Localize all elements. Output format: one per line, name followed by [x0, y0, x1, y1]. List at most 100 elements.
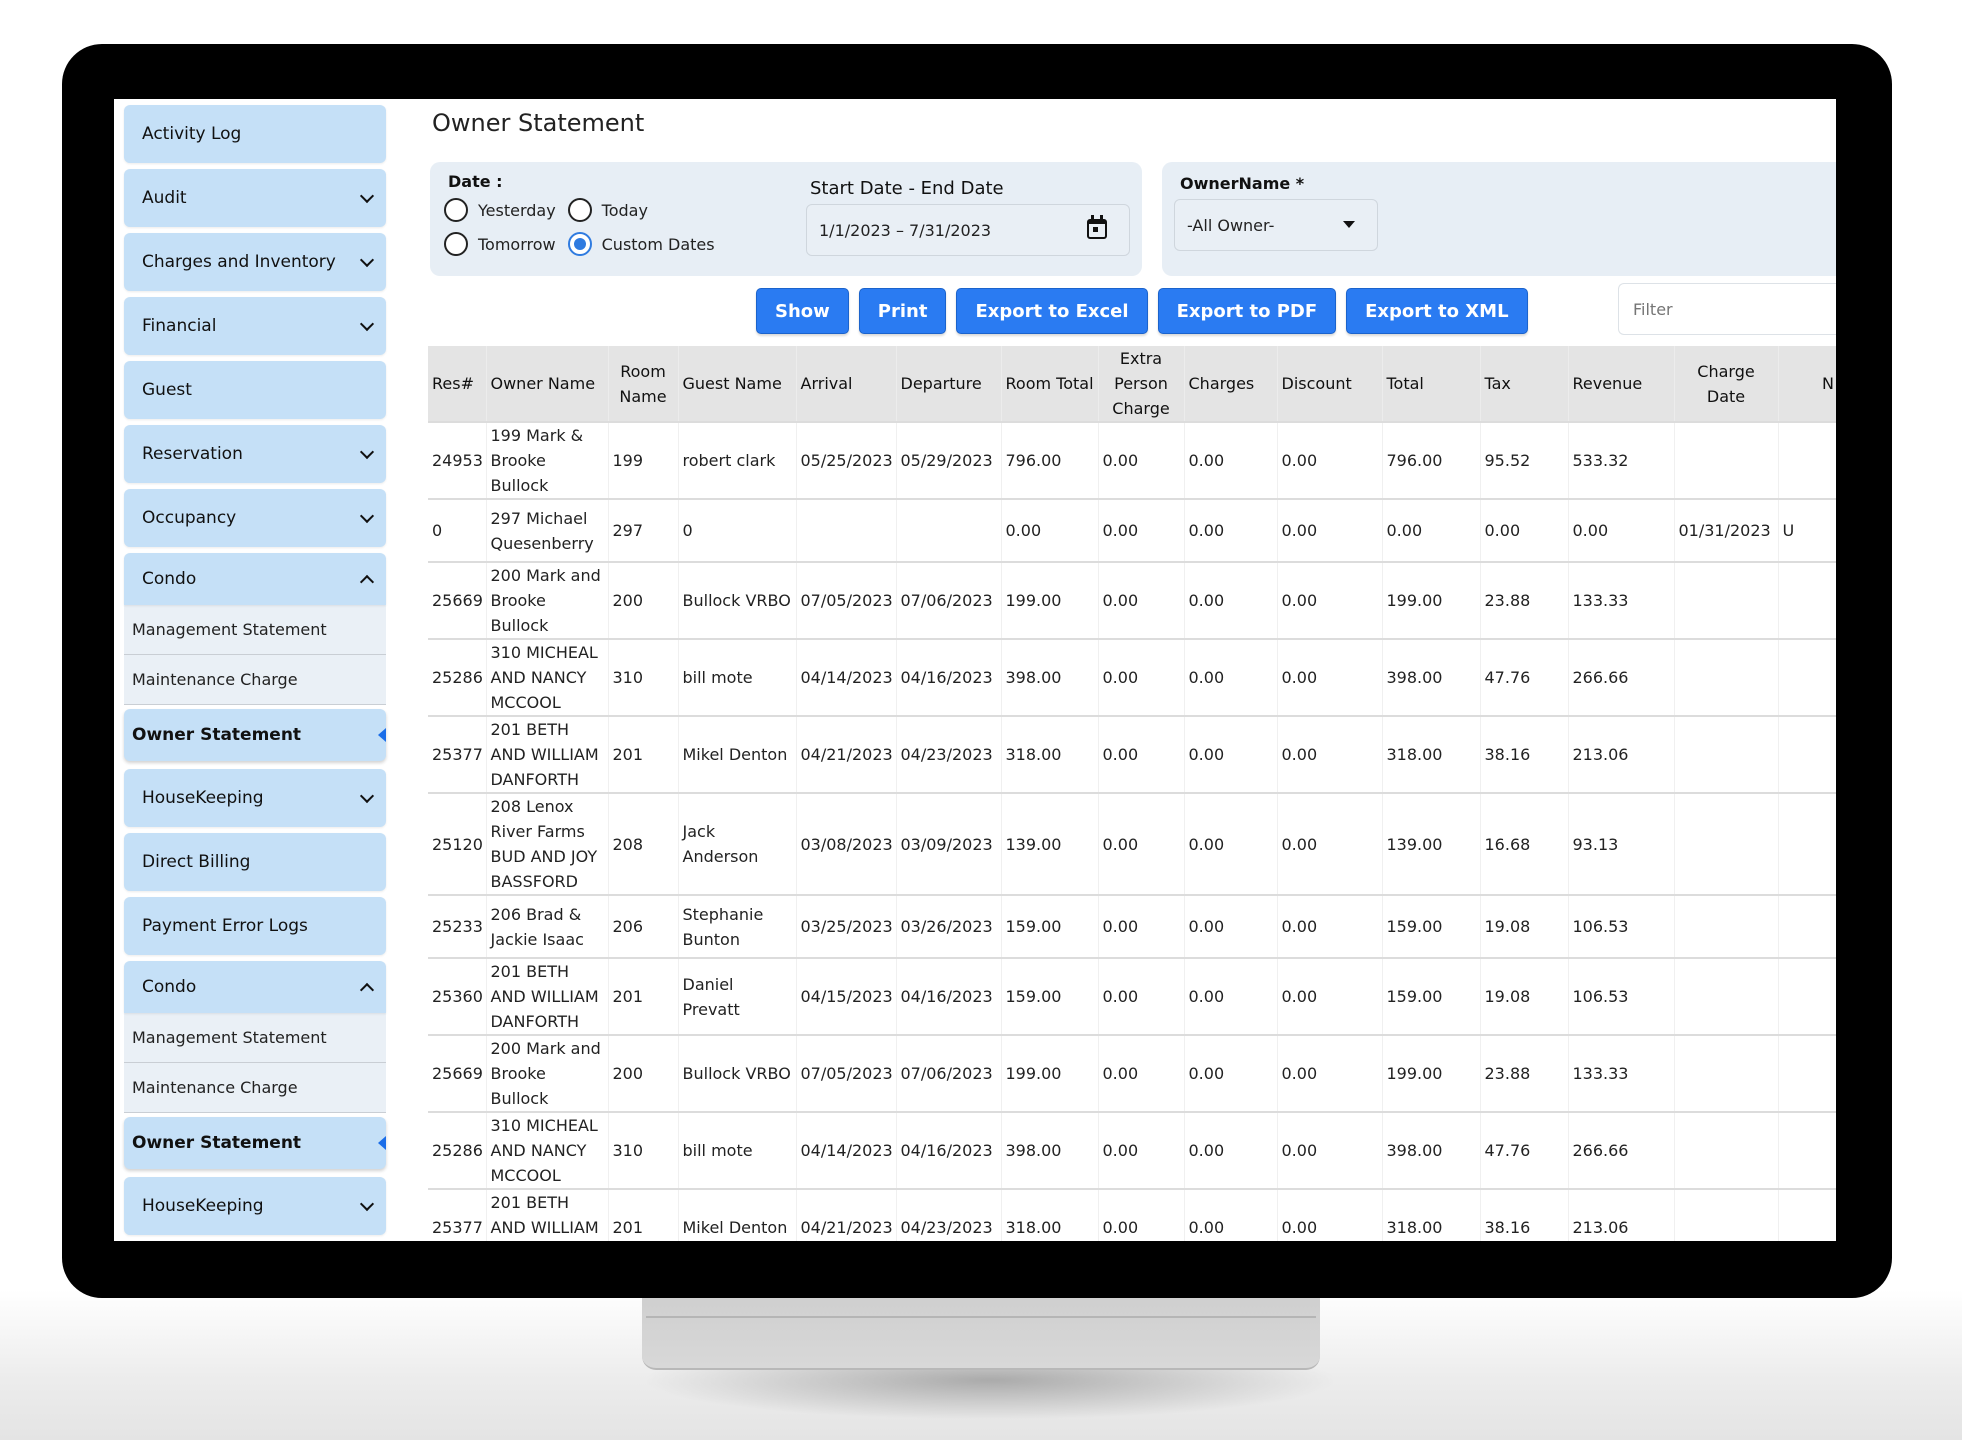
- cell-departure: 07/06/2023: [896, 561, 1002, 639]
- column-header-charges[interactable]: Charges: [1184, 346, 1278, 422]
- column-header-revenue[interactable]: Revenue: [1568, 346, 1675, 422]
- radio-circle[interactable]: [444, 198, 468, 222]
- cell-res: 25377: [428, 1188, 487, 1241]
- sidebar-item-direct-billing[interactable]: Direct Billing: [124, 833, 386, 891]
- sidebar-item-charges-and-inventory[interactable]: Charges and Inventory: [124, 233, 386, 291]
- sidebar-item-financial[interactable]: Financial: [124, 297, 386, 355]
- column-header-extra-person-charge[interactable]: Extra Person Charge: [1098, 346, 1185, 422]
- filter-input[interactable]: [1618, 283, 1836, 335]
- cell-arrival: 04/21/2023: [796, 715, 897, 793]
- date-range-label: Start Date - End Date: [810, 178, 1004, 199]
- chevron-down-icon[interactable]: [359, 508, 375, 524]
- sidebar-subitem-maintenance-charge[interactable]: Maintenance Charge: [124, 1063, 386, 1113]
- radio-circle[interactable]: [444, 232, 468, 256]
- column-header-discount[interactable]: Discount: [1277, 346, 1383, 422]
- show-button[interactable]: Show: [756, 288, 849, 334]
- cell-total: 796.00: [1382, 421, 1481, 499]
- screen: Activity Log Audit Charges and Inventory Fi…: [114, 99, 1836, 1241]
- cell-n: [1778, 894, 1836, 958]
- column-header-room-total[interactable]: Room Total: [1001, 346, 1099, 422]
- sidebar-subitem-management-statement[interactable]: Management Statement: [124, 605, 386, 655]
- cell-res: 25669: [428, 1034, 487, 1112]
- table-row[interactable]: 25360 201 BETH AND WILLIAM DANFORTH 201 Dan…: [428, 957, 1836, 1035]
- sidebar-item-condo[interactable]: Condo: [124, 961, 386, 1013]
- radio-custom-dates[interactable]: Custom Dates: [567, 232, 715, 256]
- print-button[interactable]: Print: [858, 288, 947, 334]
- radio-circle-checked[interactable]: [567, 232, 592, 256]
- monitor-stand: [642, 1294, 1320, 1370]
- cell-extra-person-charge: 0.00: [1098, 498, 1185, 562]
- radio-yesterday[interactable]: Yesterday: [444, 198, 556, 222]
- table-row[interactable]: 25286 310 MICHEAL AND NANCY MCCOOL 310 bill…: [428, 638, 1836, 716]
- table-row[interactable]: 25233 206 Brad & Jackie Isaac 206 Stephanie…: [428, 894, 1836, 958]
- column-header-n[interactable]: N: [1778, 346, 1836, 422]
- sidebar-item-owner-statement-active[interactable]: Owner Statement: [124, 1117, 386, 1169]
- sidebar-item-reservation[interactable]: Reservation: [124, 425, 386, 483]
- sidebar-subitem-maintenance-charge[interactable]: Maintenance Charge: [124, 655, 386, 705]
- sidebar-item-label: Condo: [142, 977, 197, 997]
- cell-total: 398.00: [1382, 1111, 1481, 1189]
- export-pdf-button[interactable]: Export to PDF: [1157, 288, 1337, 334]
- table-row[interactable]: 0 297 Michael Quesenberry 297 0 0.00 0.00 0.00…: [428, 498, 1836, 562]
- calendar-icon[interactable]: [1087, 215, 1107, 239]
- table-row[interactable]: 25669 200 Mark and Brooke Bullock 200 Bullo…: [428, 561, 1836, 639]
- cell-arrival: [796, 498, 897, 562]
- column-header-res[interactable]: Res#: [428, 346, 487, 422]
- radio-circle[interactable]: [567, 198, 592, 222]
- cell-discount: 0.00: [1277, 498, 1383, 562]
- chevron-down-icon[interactable]: [359, 316, 375, 332]
- chevron-up-icon[interactable]: [359, 574, 375, 590]
- chevron-down-icon[interactable]: [359, 444, 375, 460]
- chevron-down-icon[interactable]: [359, 1196, 375, 1212]
- column-header-owner-name[interactable]: Owner Name: [486, 346, 609, 422]
- cell-charge-date: [1674, 957, 1779, 1035]
- chevron-down-icon[interactable]: [359, 788, 375, 804]
- cell-departure: 04/23/2023: [896, 715, 1002, 793]
- date-range-input[interactable]: 1/1/2023 – 7/31/2023: [806, 204, 1130, 256]
- cell-owner-name: 297 Michael Quesenberry: [486, 498, 609, 562]
- table-row[interactable]: 25669 200 Mark and Brooke Bullock 200 Bullo…: [428, 1034, 1836, 1112]
- column-header-tax[interactable]: Tax: [1480, 346, 1569, 422]
- column-header-guest-name[interactable]: Guest Name: [678, 346, 797, 422]
- column-header-charge-date[interactable]: Charge Date: [1674, 346, 1779, 422]
- sidebar-item-owner-statement-active[interactable]: Owner Statement: [124, 709, 386, 761]
- cell-charges: 0.00: [1184, 792, 1278, 895]
- cell-charge-date: [1674, 792, 1779, 895]
- cell-owner-name: 206 Brad & Jackie Isaac: [486, 894, 609, 958]
- sidebar-item-guest[interactable]: Guest: [124, 361, 386, 419]
- cell-n: [1778, 1188, 1836, 1241]
- owner-select[interactable]: -All Owner-: [1174, 199, 1378, 251]
- table-row[interactable]: 25377201 BETH AND WILLIAM DANFORTH201Mik…: [428, 1188, 1836, 1241]
- sidebar-item-payment-error-logs[interactable]: Payment Error Logs: [124, 897, 386, 955]
- sidebar-item-activity-log[interactable]: Activity Log: [124, 105, 386, 163]
- column-header-room-name[interactable]: Room Name: [608, 346, 679, 422]
- radio-today[interactable]: Today: [567, 198, 648, 222]
- sidebar-item-condo[interactable]: Condo: [124, 553, 386, 605]
- radio-tomorrow[interactable]: Tomorrow: [444, 232, 556, 256]
- cell-n: [1778, 1034, 1836, 1112]
- column-header-total[interactable]: Total: [1382, 346, 1481, 422]
- cell-total: 199.00: [1382, 1034, 1481, 1112]
- cell-room-name: 200: [608, 1034, 679, 1112]
- chevron-down-icon[interactable]: [359, 188, 375, 204]
- export-excel-button[interactable]: Export to Excel: [956, 288, 1148, 334]
- sidebar-item-housekeeping[interactable]: HouseKeeping: [124, 1177, 386, 1235]
- cell-revenue: 213.06: [1568, 1188, 1675, 1241]
- table-row[interactable]: 25120 208 Lenox River Farms BUD AND JOY B…: [428, 792, 1836, 895]
- export-xml-button[interactable]: Export to XML: [1346, 288, 1528, 334]
- sidebar-subitem-management-statement[interactable]: Management Statement: [124, 1013, 386, 1063]
- column-header-arrival[interactable]: Arrival: [796, 346, 897, 422]
- sidebar-item-label: Charges and Inventory: [142, 252, 336, 272]
- table-row[interactable]: 24953 199 Mark & Brooke Bullock 199 robert …: [428, 421, 1836, 499]
- cell-room-total: 139.00: [1001, 792, 1099, 895]
- sidebar-item-housekeeping[interactable]: HouseKeeping: [124, 769, 386, 827]
- sidebar-item-occupancy[interactable]: Occupancy: [124, 489, 386, 547]
- cell-charges: 0.00: [1184, 638, 1278, 716]
- table-row[interactable]: 25286 310 MICHEAL AND NANCY MCCOOL 310 bill…: [428, 1111, 1836, 1189]
- chevron-up-icon[interactable]: [359, 982, 375, 998]
- column-header-departure[interactable]: Departure: [896, 346, 1002, 422]
- sidebar-item-audit[interactable]: Audit: [124, 169, 386, 227]
- chevron-down-icon[interactable]: [359, 252, 375, 268]
- cell-owner-name: 201 BETH AND WILLIAM DANFORTH: [486, 715, 609, 793]
- table-row[interactable]: 25377201 BETH AND WILLIAM DANFORTH201Mik…: [428, 715, 1836, 793]
